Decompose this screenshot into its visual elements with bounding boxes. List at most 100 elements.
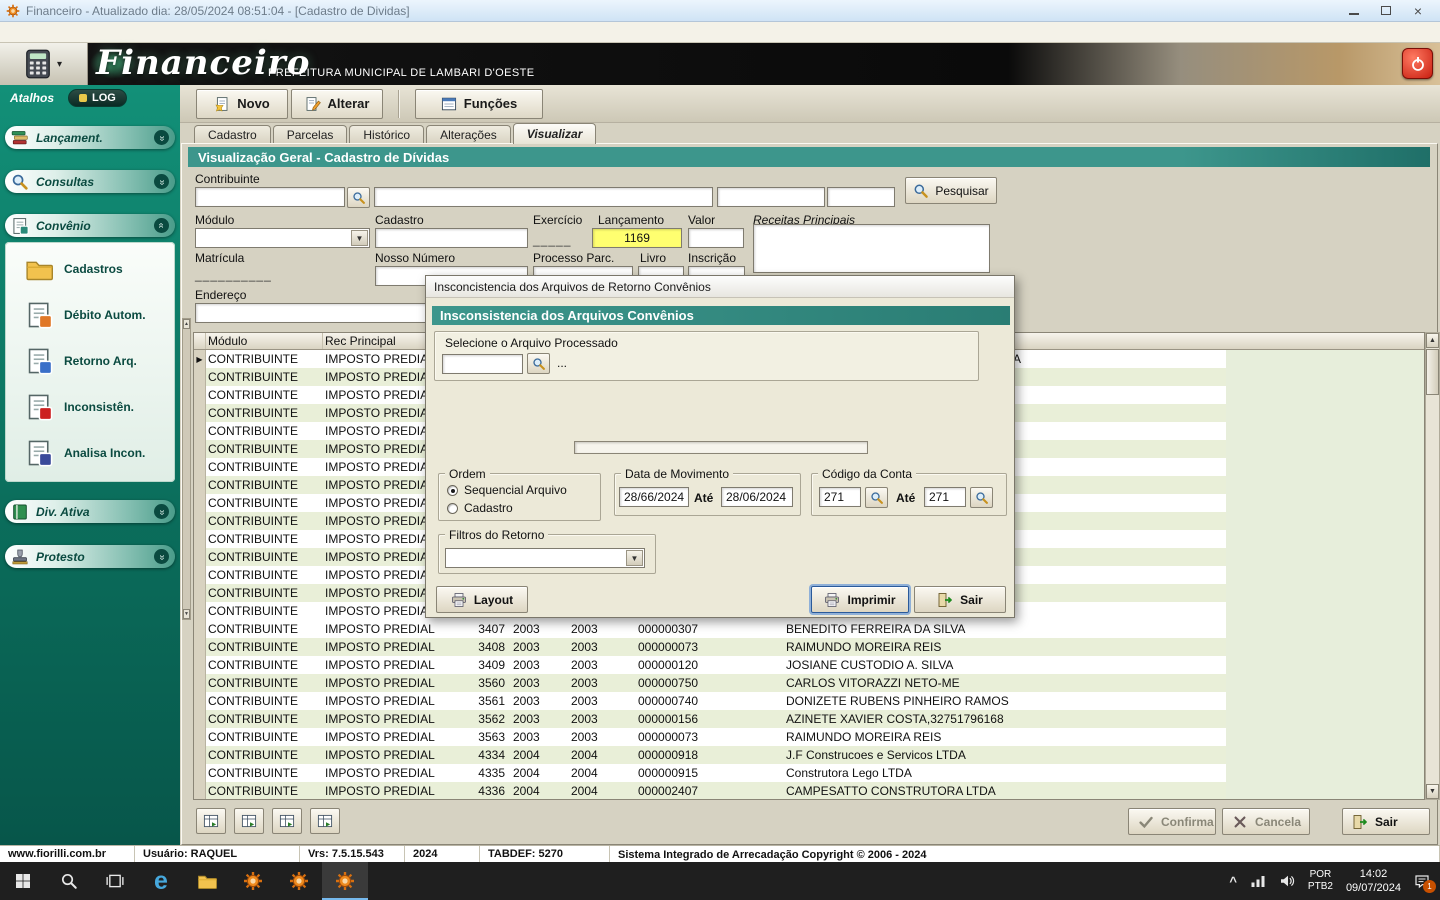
sidebar-item-convenio[interactable]: Convênio »	[5, 214, 175, 237]
radio-label: Sequencial Arquivo	[464, 483, 567, 497]
dialog-sair-button[interactable]: Sair	[914, 586, 1006, 613]
pesquisar-button[interactable]: Pesquisar	[905, 177, 997, 204]
action-center-button[interactable]: 1	[1414, 873, 1430, 889]
funcoes-button[interactable]: Funções	[415, 89, 543, 119]
contribuinte-code-input[interactable]	[195, 187, 345, 207]
app-button-2[interactable]	[276, 862, 322, 900]
nav-prev-button[interactable]	[234, 808, 264, 834]
tab-historico[interactable]: Histórico	[349, 125, 424, 144]
banner-calculator-button[interactable]: ▾	[0, 43, 88, 85]
sidebar-item-retorno-arquivo[interactable]: Retorno Arq.	[5, 338, 175, 384]
printer-icon	[451, 592, 467, 608]
lancamento-input[interactable]: 1169	[592, 228, 682, 248]
cancel-icon	[1232, 814, 1248, 830]
radio-icon	[447, 503, 458, 514]
valor-input[interactable]	[688, 228, 744, 248]
filtros-retorno-select[interactable]: ▼	[445, 548, 645, 568]
cell-modulo: CONTRIBUINTE	[206, 746, 323, 764]
tab-alteracoes[interactable]: Alterações	[426, 125, 511, 144]
sidebar-item-debito-automatico[interactable]: Débito Autom.	[5, 292, 175, 338]
conta-de-search-button[interactable]	[865, 487, 888, 508]
data-de-input[interactable]: 28/66/2024	[619, 487, 689, 507]
scroll-up-icon[interactable]: ▲	[183, 319, 190, 329]
sidebar-item-divida-ativa[interactable]: Div. Ativa »	[5, 500, 175, 523]
start-button[interactable]	[0, 862, 46, 900]
sidebar-item-lancamentos[interactable]: Lançament. »	[5, 126, 175, 149]
radio-cadastro[interactable]: Cadastro	[447, 501, 513, 515]
contribuinte-search-button[interactable]	[347, 187, 370, 208]
sidebar-item-protesto[interactable]: Protesto »	[5, 545, 175, 568]
system-tray: ^ POR PTB2 14:02 09/07/2024 1	[1229, 862, 1440, 900]
contribuinte-doc-input[interactable]	[717, 187, 825, 207]
speaker-icon[interactable]	[1279, 873, 1295, 889]
clock[interactable]: 14:02 09/07/2024	[1346, 867, 1401, 896]
radio-sequencial-arquivo[interactable]: Sequencial Arquivo	[447, 483, 567, 497]
task-view-button[interactable]	[92, 862, 138, 900]
status-ano: 2024	[405, 846, 480, 862]
dialog-titlebar[interactable]: Insconcistencia dos Arquivos de Retorno …	[426, 276, 1014, 298]
language-indicator[interactable]: POR PTB2	[1308, 869, 1333, 894]
row-indicator	[194, 440, 206, 458]
app-button-1[interactable]	[230, 862, 276, 900]
contribuinte-name-input[interactable]	[374, 187, 713, 207]
taskbar-search-button[interactable]	[46, 862, 92, 900]
cadastro-input[interactable]	[375, 228, 528, 248]
file-explorer-button[interactable]	[184, 862, 230, 900]
nav-last-button[interactable]	[310, 808, 340, 834]
close-button[interactable]: ×	[1402, 1, 1434, 21]
cell-numero: 3408	[449, 638, 509, 656]
sair-button[interactable]: Sair	[1342, 808, 1430, 835]
scrollbar-thumb[interactable]	[1426, 349, 1439, 395]
tray-chevron-icon[interactable]: ^	[1229, 874, 1237, 889]
row-indicator	[194, 584, 206, 602]
exit-app-button[interactable]	[1402, 48, 1433, 79]
cell-modulo: CONTRIBUINTE	[206, 638, 323, 656]
table-scrollbar[interactable]: ▲ ▼	[1425, 332, 1440, 800]
receitas-principais-listbox[interactable]	[753, 224, 990, 273]
sidebar-item-inconsistencia[interactable]: Inconsistên.	[5, 384, 175, 430]
tab-visualizar[interactable]: Visualizar	[513, 123, 597, 144]
alterar-button[interactable]: Alterar	[291, 89, 383, 119]
nav-first-button[interactable]	[196, 808, 226, 834]
search-icon	[352, 191, 366, 205]
modulo-select[interactable]: ▼	[195, 228, 370, 248]
exercicio-input[interactable]: _____	[533, 233, 571, 247]
app-button-active[interactable]	[322, 862, 368, 900]
contribuinte-doc2-input[interactable]	[827, 187, 895, 207]
conta-ate-input[interactable]: 271	[924, 487, 966, 507]
arquivo-search-button[interactable]	[527, 353, 550, 374]
cell-numero: 4334	[449, 746, 509, 764]
chevron-down-icon: »	[154, 504, 169, 519]
scroll-up-icon[interactable]: ▲	[1426, 333, 1439, 348]
header-modulo[interactable]: Módulo	[206, 333, 323, 349]
tab-cadastro[interactable]: Cadastro	[194, 125, 271, 144]
novo-button[interactable]: Novo	[196, 89, 288, 119]
browser-button[interactable]: e	[138, 862, 184, 900]
progress-bar	[574, 441, 868, 454]
sidebar-item-cadastros[interactable]: Cadastros	[5, 246, 175, 292]
imprimir-button[interactable]: Imprimir	[811, 586, 909, 613]
layout-button[interactable]: Layout	[436, 586, 528, 613]
cancela-button[interactable]: Cancela	[1222, 808, 1310, 835]
nav-next-button[interactable]	[272, 808, 302, 834]
sidebar-item-consultas[interactable]: Consultas »	[5, 170, 175, 193]
cell-exercicio: 2003	[509, 692, 567, 710]
data-ate-input[interactable]: 28/06/2024	[721, 487, 793, 507]
scroll-down-icon[interactable]: ▼	[183, 609, 190, 619]
network-icon[interactable]	[1250, 873, 1266, 889]
ate-label: Até	[694, 491, 713, 505]
minimize-button[interactable]	[1338, 1, 1370, 21]
conta-de-input[interactable]: 271	[819, 487, 861, 507]
panel-scrollbar[interactable]: ▲ ▼	[182, 318, 191, 620]
scroll-down-icon[interactable]: ▼	[1426, 784, 1439, 799]
confirma-button[interactable]: Confirma	[1128, 808, 1216, 835]
cell-documento: 000000918	[631, 746, 781, 764]
sidebar-item-analisa-inconsistencia[interactable]: Analisa Incon.	[5, 430, 175, 476]
matricula-input[interactable]: __________	[195, 268, 272, 282]
cell-exercicio: 2003	[509, 656, 567, 674]
tab-parcelas[interactable]: Parcelas	[273, 125, 348, 144]
arquivo-input[interactable]	[442, 354, 523, 374]
maximize-button[interactable]	[1370, 1, 1402, 21]
log-button[interactable]: LOG	[68, 89, 127, 107]
conta-ate-search-button[interactable]	[970, 487, 993, 508]
